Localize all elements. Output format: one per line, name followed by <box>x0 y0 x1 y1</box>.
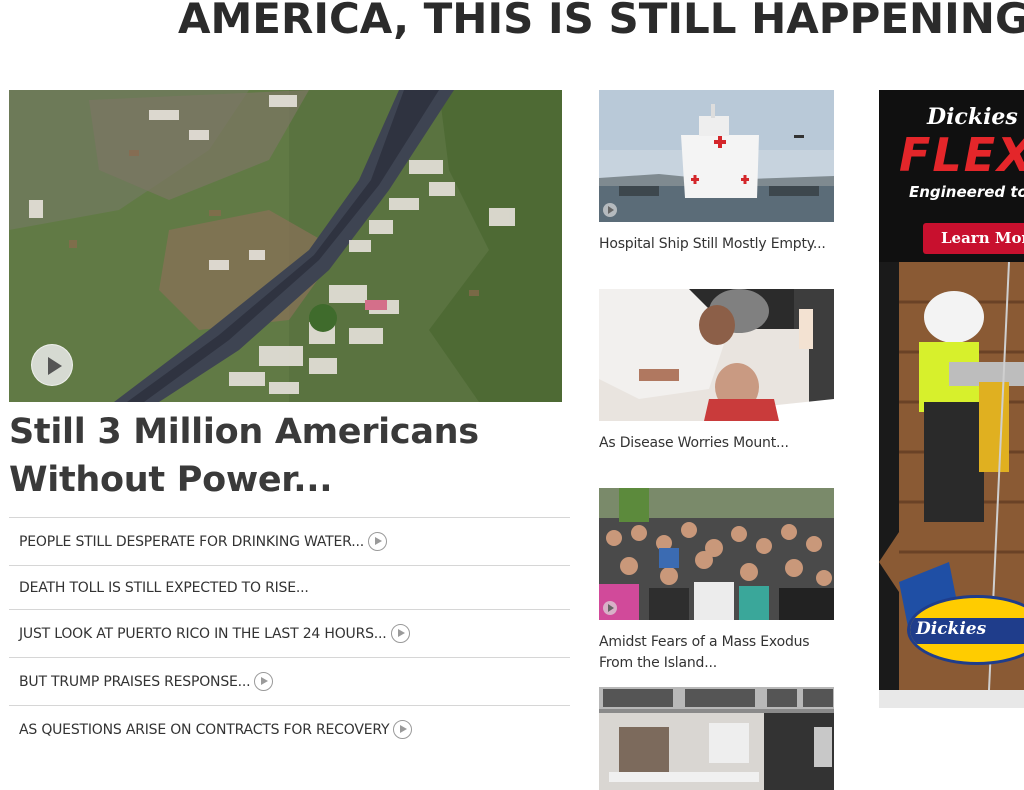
play-circle-icon <box>367 532 387 551</box>
side-story-caption[interactable]: Hospital Ship Still Mostly Empty... <box>599 234 834 255</box>
lead-story-image[interactable] <box>9 90 562 402</box>
hospital-patient-photo <box>599 289 834 421</box>
play-circle-icon <box>254 672 274 691</box>
ad-footer-strip <box>879 690 1024 708</box>
ad-product: FLEX <box>899 128 1024 182</box>
story-link-label: DEATH TOLL IS STILL EXPECTED TO RISE... <box>19 579 309 596</box>
play-circle-icon <box>390 624 410 643</box>
story-link-drinking-water[interactable]: PEOPLE STILL DESPERATE FOR DRINKING WATE… <box>9 517 570 565</box>
side-story-disease-worries[interactable]: As Disease Worries Mount... <box>599 289 834 454</box>
video-play-icon <box>603 203 617 217</box>
story-link-death-toll[interactable]: DEATH TOLL IS STILL EXPECTED TO RISE... <box>9 565 570 609</box>
story-link-contracts[interactable]: AS QUESTIONS ARISE ON CONTRACTS FOR RECO… <box>9 705 570 753</box>
side-story-thumbnail[interactable] <box>599 687 834 790</box>
side-story-damaged-building[interactable] <box>599 687 834 790</box>
crowd-photo <box>599 488 834 620</box>
aerial-destruction-photo <box>9 90 562 402</box>
video-play-icon <box>603 601 617 615</box>
ad-brand: Dickies <box>927 104 1018 130</box>
side-story-caption[interactable]: As Disease Worries Mount... <box>599 433 834 454</box>
hospital-ship-photo <box>599 90 834 222</box>
story-link-label: BUT TRUMP PRAISES RESPONSE... <box>19 673 251 690</box>
story-link-label: JUST LOOK AT PUERTO RICO IN THE LAST 24 … <box>19 625 387 642</box>
side-story-thumbnail[interactable] <box>599 488 834 620</box>
side-story-thumbnail[interactable] <box>599 90 834 222</box>
side-story-thumbnail[interactable] <box>599 289 834 421</box>
story-link-trump-praises[interactable]: BUT TRUMP PRAISES RESPONSE... <box>9 657 570 705</box>
side-story-hospital-ship[interactable]: Hospital Ship Still Mostly Empty... <box>599 90 834 255</box>
ad-learn-more-button[interactable]: Learn More <box>923 223 1024 254</box>
related-stories-list: PEOPLE STILL DESPERATE FOR DRINKING WATE… <box>9 517 570 753</box>
story-link-label: AS QUESTIONS ARISE ON CONTRACTS FOR RECO… <box>19 721 390 738</box>
dickies-flex-ad[interactable]: Dickies FLEX Engineered to Move Learn Mo… <box>879 90 1024 690</box>
video-play-icon[interactable] <box>31 344 73 386</box>
story-link-puerto-rico-24h[interactable]: JUST LOOK AT PUERTO RICO IN THE LAST 24 … <box>9 609 570 657</box>
lead-story-title[interactable]: Still 3 Million Americans Without Power.… <box>9 408 574 504</box>
ad-tagline: Engineered to Move <box>909 183 1024 201</box>
play-circle-icon <box>393 720 413 739</box>
side-story-caption[interactable]: Amidst Fears of a Mass Exodus From the I… <box>599 632 834 674</box>
story-link-label: PEOPLE STILL DESPERATE FOR DRINKING WATE… <box>19 533 364 550</box>
side-story-mass-exodus[interactable]: Amidst Fears of a Mass Exodus From the I… <box>599 488 834 674</box>
damaged-apartment-photo <box>599 687 834 790</box>
ad-logo-text: Dickies <box>916 619 987 639</box>
page-headline: AMERICA, THIS IS STILL HAPPENING <box>178 0 1024 43</box>
